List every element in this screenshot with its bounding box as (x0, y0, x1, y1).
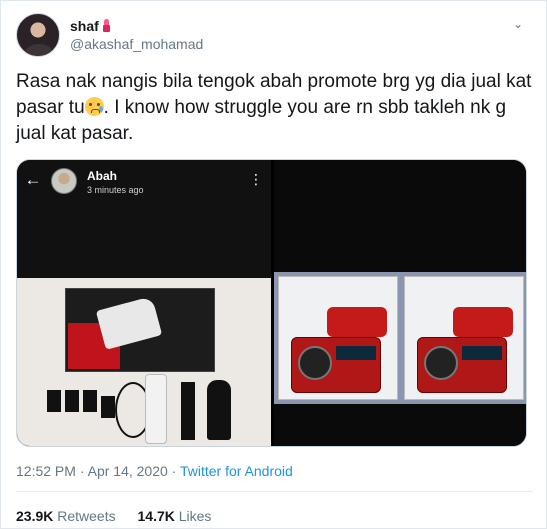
tweet-time[interactable]: 12:52 PM (16, 463, 76, 479)
radio-box-left (278, 276, 398, 400)
display-name-row[interactable]: shaf (70, 17, 203, 35)
divider (16, 491, 533, 492)
photo-clipper[interactable]: ← Abah 3 minutes ago ⋮ (17, 160, 271, 446)
client-link[interactable]: Twitter for Android (180, 463, 293, 479)
story-time: 3 minutes ago (87, 185, 144, 195)
more-vertical-icon: ⋮ (249, 171, 263, 187)
meta-separator-2: · (167, 463, 180, 479)
media-grid: ← Abah 3 minutes ago ⋮ (16, 159, 527, 447)
clipper-product-image (17, 278, 271, 446)
tweet-card: shaf @akashaf_mohamad ⌄ Rasa nak nangis … (0, 0, 547, 529)
tweet-header: shaf @akashaf_mohamad ⌄ (16, 11, 533, 59)
clipper-box (65, 288, 215, 372)
story-avatar (51, 168, 77, 194)
radio-box-right (404, 276, 524, 400)
likes-stat[interactable]: 14.7K Likes (138, 508, 212, 524)
tweet-date[interactable]: Apr 14, 2020 (88, 463, 168, 479)
radio-product-image (274, 272, 526, 404)
retweets-label: Retweets (57, 508, 116, 524)
photo-radio[interactable] (274, 160, 526, 446)
author-names: shaf @akashaf_mohamad (70, 17, 203, 53)
display-name[interactable]: shaf (70, 18, 99, 34)
chevron-down-icon[interactable]: ⌄ (509, 15, 527, 33)
tweet-timestamp: 12:52 PM · Apr 14, 2020 · Twitter for An… (16, 463, 293, 479)
clipper-body (145, 374, 167, 444)
meta-separator: · (75, 463, 88, 479)
retweets-stat[interactable]: 23.9K Retweets (16, 508, 116, 524)
crying-face-icon (84, 97, 104, 116)
retweets-count: 23.9K (16, 508, 54, 524)
lipstick-icon (102, 19, 111, 32)
back-arrow-icon: ← (24, 170, 42, 189)
story-header: ← Abah 3 minutes ago ⋮ (17, 160, 271, 200)
tweet-text: Rasa nak nangis bila tengok abah promote… (16, 69, 536, 147)
likes-count: 14.7K (137, 508, 175, 524)
tweet-stats: 23.9K Retweets 14.7K Likes (16, 508, 229, 524)
user-handle[interactable]: @akashaf_mohamad (70, 35, 203, 53)
likes-label: Likes (178, 508, 212, 524)
avatar[interactable] (16, 13, 60, 57)
story-name: Abah (87, 169, 117, 183)
